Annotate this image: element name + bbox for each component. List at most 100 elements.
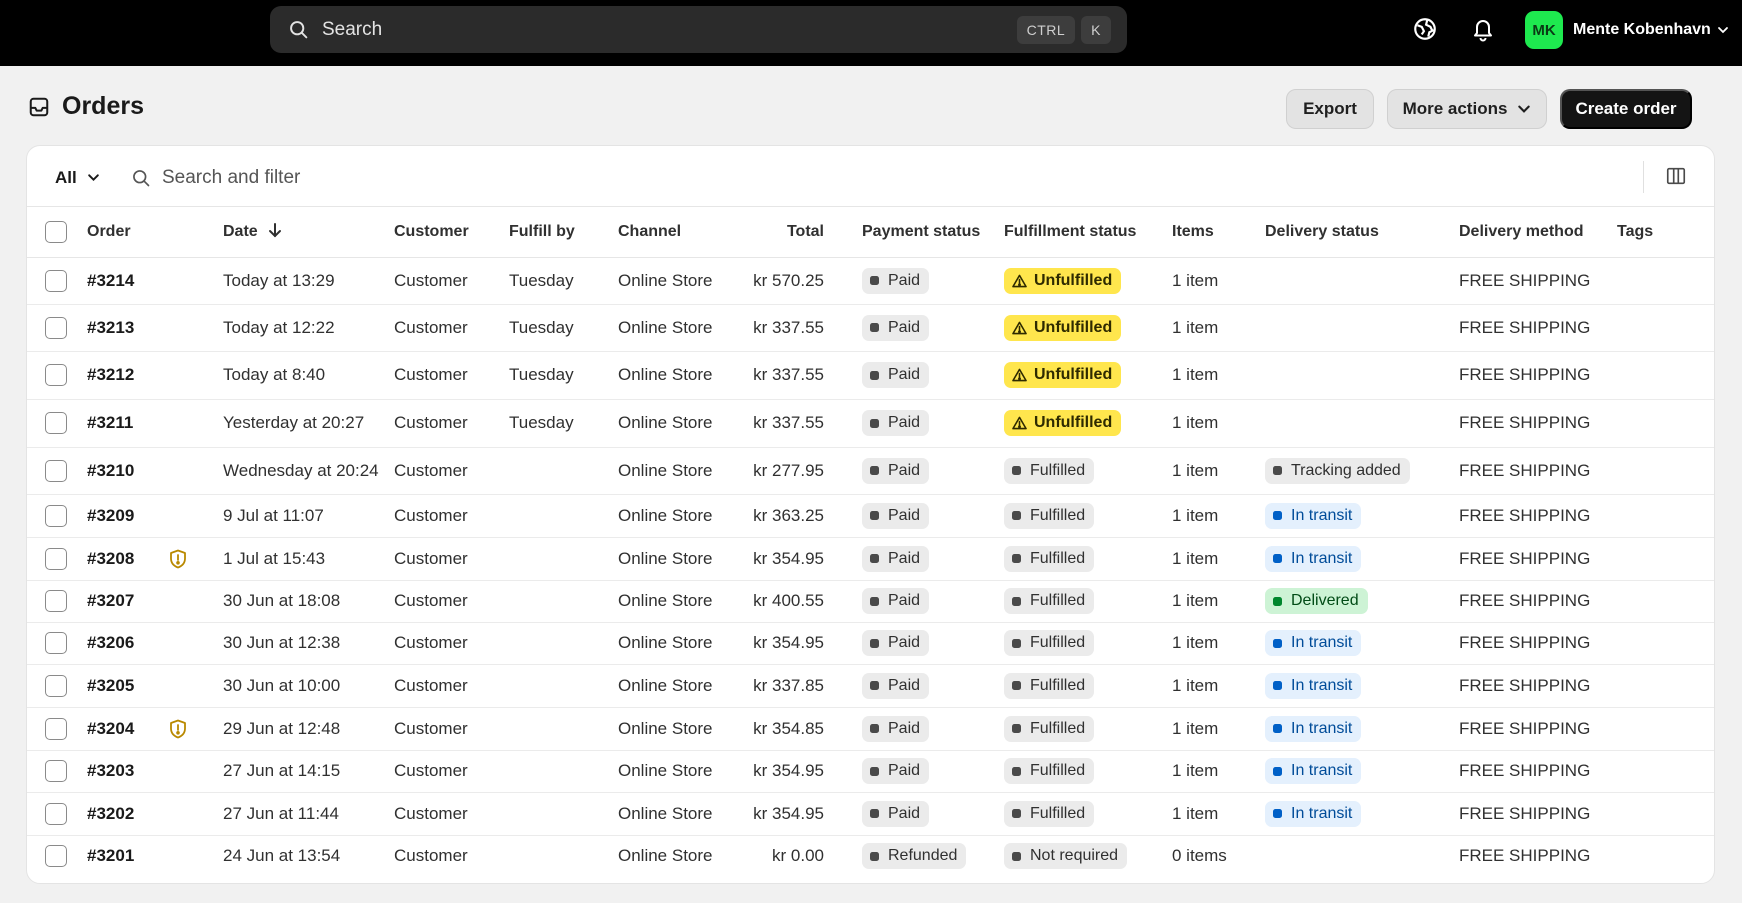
user-name: Mente Kobenhavn [1573, 21, 1711, 38]
status-dot [870, 466, 879, 475]
header-payment-status[interactable]: Payment status [834, 207, 992, 258]
globe-icon[interactable] [1412, 16, 1438, 42]
payment-status-label: Paid [888, 676, 921, 694]
more-actions-label: More actions [1402, 99, 1508, 118]
table-row[interactable]: #3206 30 Jun at 12:38 Customer Online Store… [27, 622, 1714, 665]
global-search-bar[interactable]: Search CTRL K [270, 6, 1127, 53]
order-date: 24 Jun at 13:54 [223, 846, 341, 866]
table-row[interactable]: #3210 Wednesday at 20:24 Customer Online St… [27, 447, 1714, 495]
order-number[interactable]: #3206 [87, 633, 134, 652]
order-number[interactable]: #3204 [87, 719, 134, 738]
customer-name: Customer [394, 505, 468, 525]
user-menu[interactable]: MK Mente Kobenhavn [1525, 11, 1729, 49]
more-actions-button[interactable]: More actions [1387, 89, 1547, 129]
header-total[interactable]: Total [732, 207, 834, 258]
order-number[interactable]: #3213 [87, 318, 134, 337]
order-number[interactable]: #3203 [87, 761, 134, 780]
search-and-filter[interactable]: Search and filter [131, 161, 300, 194]
table-row[interactable]: #3201 24 Jun at 13:54 Customer Online Store… [27, 835, 1714, 877]
table-row[interactable]: #3213 Today at 12:22 Customer Tuesday Online… [27, 304, 1714, 352]
header-tags[interactable]: Tags [1609, 207, 1714, 258]
status-dot [1012, 466, 1021, 475]
arrow-down-icon [268, 222, 282, 238]
payment-status-badge: Paid [862, 672, 930, 699]
table-row[interactable]: #3211 Yesterday at 20:27 Customer Tuesday On… [27, 399, 1714, 448]
table-row[interactable]: #3214 Today at 13:29 Customer Tuesday Online… [27, 257, 1714, 305]
row-checkbox[interactable] [45, 845, 67, 868]
header-delivery-status[interactable]: Delivery status [1253, 207, 1459, 258]
order-number[interactable]: #3214 [87, 271, 134, 290]
export-button[interactable]: Export [1286, 89, 1374, 129]
bell-icon[interactable] [1471, 16, 1495, 42]
order-number[interactable]: #3201 [87, 846, 134, 865]
row-checkbox[interactable] [45, 412, 67, 434]
payment-status-badge: Refunded [862, 843, 967, 870]
payment-status-label: Refunded [888, 847, 958, 865]
select-all-checkbox[interactable] [45, 220, 67, 243]
fulfillment-status-label: Fulfilled [1030, 506, 1086, 524]
payment-status-badge: Paid [862, 545, 930, 572]
customer-name: Customer [394, 675, 468, 695]
customer-name: Customer [394, 633, 468, 652]
order-number[interactable]: #3207 [87, 591, 134, 610]
header-order[interactable]: Order [87, 207, 169, 258]
shield-alert-icon [169, 719, 187, 739]
fulfillment-status-badge: Fulfilled [1004, 800, 1095, 827]
header-fulfillment-status[interactable]: Fulfillment status [992, 207, 1160, 258]
payment-status-label: Paid [888, 318, 921, 336]
table-row[interactable]: #3204 29 Jun at 12:48 Customer Online Store… [27, 707, 1714, 751]
order-number[interactable]: #3202 [87, 804, 134, 823]
orders-card: All Search and filter Order Date Custome… [26, 145, 1715, 884]
fulfillment-status-badge: Fulfilled [1004, 630, 1095, 656]
header-channel[interactable]: Channel [618, 207, 732, 258]
table-row[interactable]: #3212 Today at 8:40 Customer Tuesday Online … [27, 351, 1714, 400]
table-row[interactable]: #3205 30 Jun at 10:00 Customer Online Store… [27, 664, 1714, 708]
status-dot [870, 851, 879, 861]
row-checkbox[interactable] [45, 269, 67, 292]
row-checkbox[interactable] [45, 316, 67, 339]
delivery-status-label: In transit [1291, 804, 1353, 822]
channel: Online Store [618, 846, 713, 866]
order-number[interactable]: #3210 [87, 461, 134, 480]
row-checkbox[interactable] [45, 802, 67, 825]
customer-name: Customer [394, 460, 468, 480]
order-number[interactable]: #3205 [87, 676, 134, 695]
header-fulfill-by[interactable]: Fulfill by [509, 207, 618, 258]
row-checkbox[interactable] [45, 590, 67, 612]
order-number[interactable]: #3208 [87, 549, 134, 568]
row-checkbox[interactable] [45, 547, 67, 570]
table-row[interactable]: #3207 30 Jun at 18:08 Customer Online Store… [27, 580, 1714, 623]
row-checkbox[interactable] [45, 364, 67, 386]
row-checkbox[interactable] [45, 504, 67, 527]
order-number[interactable]: #3212 [87, 365, 134, 384]
row-checkbox[interactable] [45, 459, 67, 482]
order-number[interactable]: #3209 [87, 506, 134, 525]
columns-icon[interactable] [1665, 165, 1687, 192]
order-number[interactable]: #3211 [87, 413, 133, 432]
row-checkbox[interactable] [45, 717, 67, 740]
channel: Online Store [618, 761, 713, 780]
table-row[interactable]: #3202 27 Jun at 11:44 Customer Online Store… [27, 792, 1714, 836]
create-order-button[interactable]: Create order [1560, 89, 1692, 129]
fulfillment-status-badge: Fulfilled [1004, 502, 1095, 529]
fulfillment-status-label: Fulfilled [1030, 592, 1086, 609]
fulfillment-status-badge: Not required [1004, 843, 1128, 870]
delivery-method: FREE SHIPPING [1459, 317, 1591, 337]
row-checkbox[interactable] [45, 632, 67, 654]
header-customer[interactable]: Customer [394, 207, 509, 258]
table-row[interactable]: #3208 1 Jul at 15:43 Customer Online Store k… [27, 537, 1714, 581]
row-checkbox[interactable] [45, 760, 67, 782]
view-selector[interactable]: All [45, 161, 110, 194]
status-dot [1012, 554, 1021, 563]
header-items[interactable]: Items [1160, 207, 1253, 258]
table-row[interactable]: #3209 9 Jul at 11:07 Customer Online Store k… [27, 494, 1714, 538]
row-checkbox[interactable] [45, 674, 67, 697]
table-row[interactable]: #3203 27 Jun at 14:15 Customer Online Store… [27, 750, 1714, 793]
customer-name: Customer [394, 591, 468, 610]
delivery-status-label: Tracking added [1291, 461, 1401, 479]
header-date[interactable]: Date [223, 207, 394, 258]
order-date: Today at 12:22 [223, 317, 335, 337]
fulfillment-status-label: Fulfilled [1030, 634, 1086, 651]
header-delivery-method[interactable]: Delivery method [1459, 207, 1609, 258]
chevron-down-icon [1517, 102, 1531, 116]
